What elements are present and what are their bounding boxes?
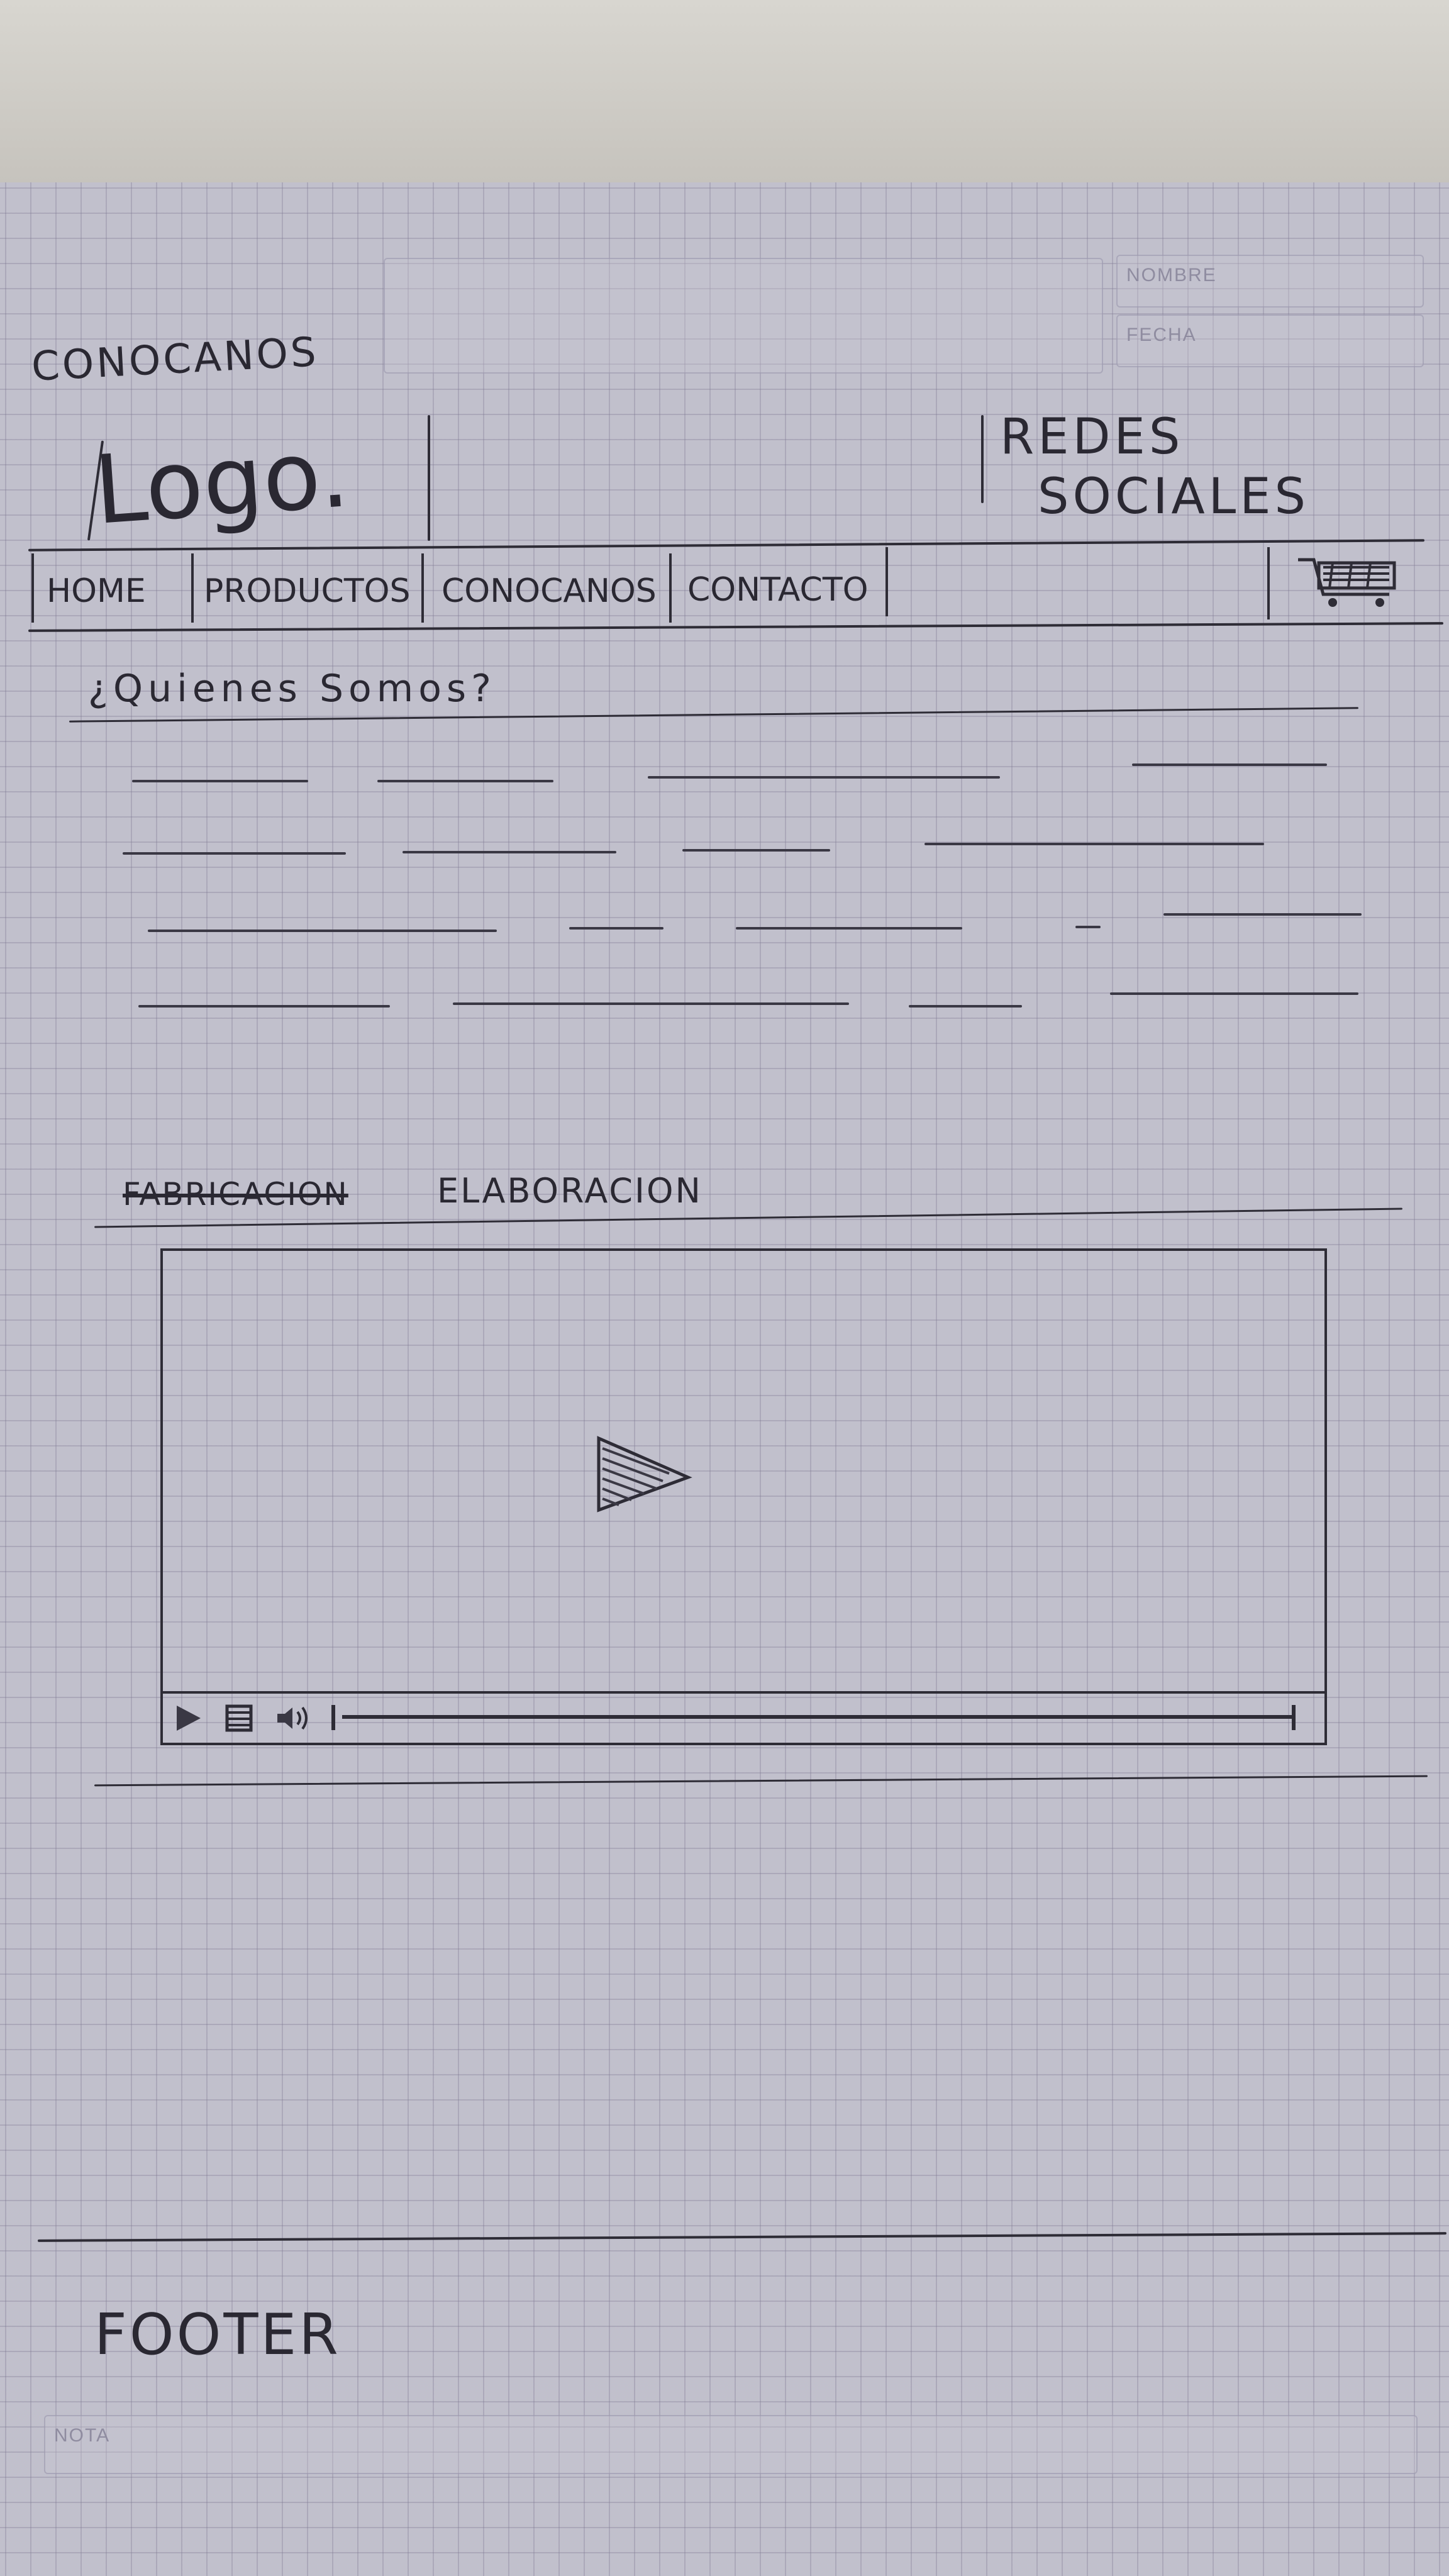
text-line-placeholder: [924, 843, 1264, 845]
nav-item-label: Contacto: [687, 571, 869, 609]
nav-item-label: Conocanos: [441, 572, 657, 610]
shopping-cart-icon: [1298, 558, 1396, 607]
social-networks-line2: sociales: [1038, 469, 1309, 525]
seek-start-icon[interactable]: [331, 1705, 335, 1730]
nav-item-home[interactable]: Home: [31, 553, 194, 623]
sheet-name-box: [384, 258, 1103, 374]
volume-icon[interactable]: [274, 1702, 311, 1734]
text-line-placeholder: [736, 927, 962, 930]
video-controls-bar: [163, 1691, 1324, 1745]
social-networks-line1: Redes: [1000, 409, 1184, 465]
sheet-date-field: FECHA: [1116, 314, 1424, 367]
nav-item-products[interactable]: Productos: [191, 553, 424, 623]
logo-divider: [428, 415, 430, 541]
sheet-name-label: NOMBRE: [1126, 265, 1217, 286]
footer-label: Footer: [94, 2302, 341, 2368]
nav-item-contact[interactable]: Contacto: [672, 547, 888, 616]
text-line-placeholder: [1075, 926, 1101, 928]
text-line-placeholder: [138, 1005, 390, 1008]
video-player[interactable]: [160, 1248, 1327, 1745]
nav-item-label: Home: [47, 572, 146, 610]
text-line-placeholder: [132, 780, 308, 782]
sheet-name-field: NOMBRE: [1116, 255, 1424, 308]
sheet-note-field: NOTA: [44, 2415, 1418, 2474]
text-line-placeholder: [1163, 913, 1362, 916]
text-line-placeholder: [377, 780, 553, 782]
text-line-placeholder: [148, 930, 497, 932]
nav-item-about[interactable]: Conocanos: [424, 553, 672, 623]
text-line-placeholder: [648, 776, 1000, 779]
text-line-placeholder: [909, 1005, 1022, 1008]
logo: Logo.: [91, 419, 353, 546]
text-line-placeholder: [402, 851, 616, 853]
play-icon[interactable]: [594, 1433, 694, 1515]
seek-bar[interactable]: [342, 1715, 1292, 1719]
sheet-date-label: FECHA: [1126, 325, 1197, 345]
text-line-placeholder: [1110, 992, 1358, 995]
text-line-placeholder: [569, 927, 663, 930]
text-line-placeholder: [1132, 763, 1327, 766]
social-divider: [981, 415, 984, 503]
video-heading: Elaboracion: [437, 1171, 702, 1211]
text-line-placeholder: [682, 849, 830, 852]
text-line-placeholder: [453, 1002, 849, 1005]
nav-item-label: Productos: [204, 572, 411, 610]
text-line-placeholder: [123, 852, 346, 855]
play-icon[interactable]: [173, 1702, 204, 1734]
video-heading-struck: Fabricacion: [123, 1176, 348, 1213]
cart-button[interactable]: [1267, 547, 1427, 619]
stop-icon[interactable]: [223, 1702, 255, 1734]
about-heading: ¿Quienes Somos?: [88, 667, 497, 711]
sheet-note-label: NOTA: [54, 2425, 111, 2446]
seek-end-marker: [1292, 1705, 1296, 1730]
